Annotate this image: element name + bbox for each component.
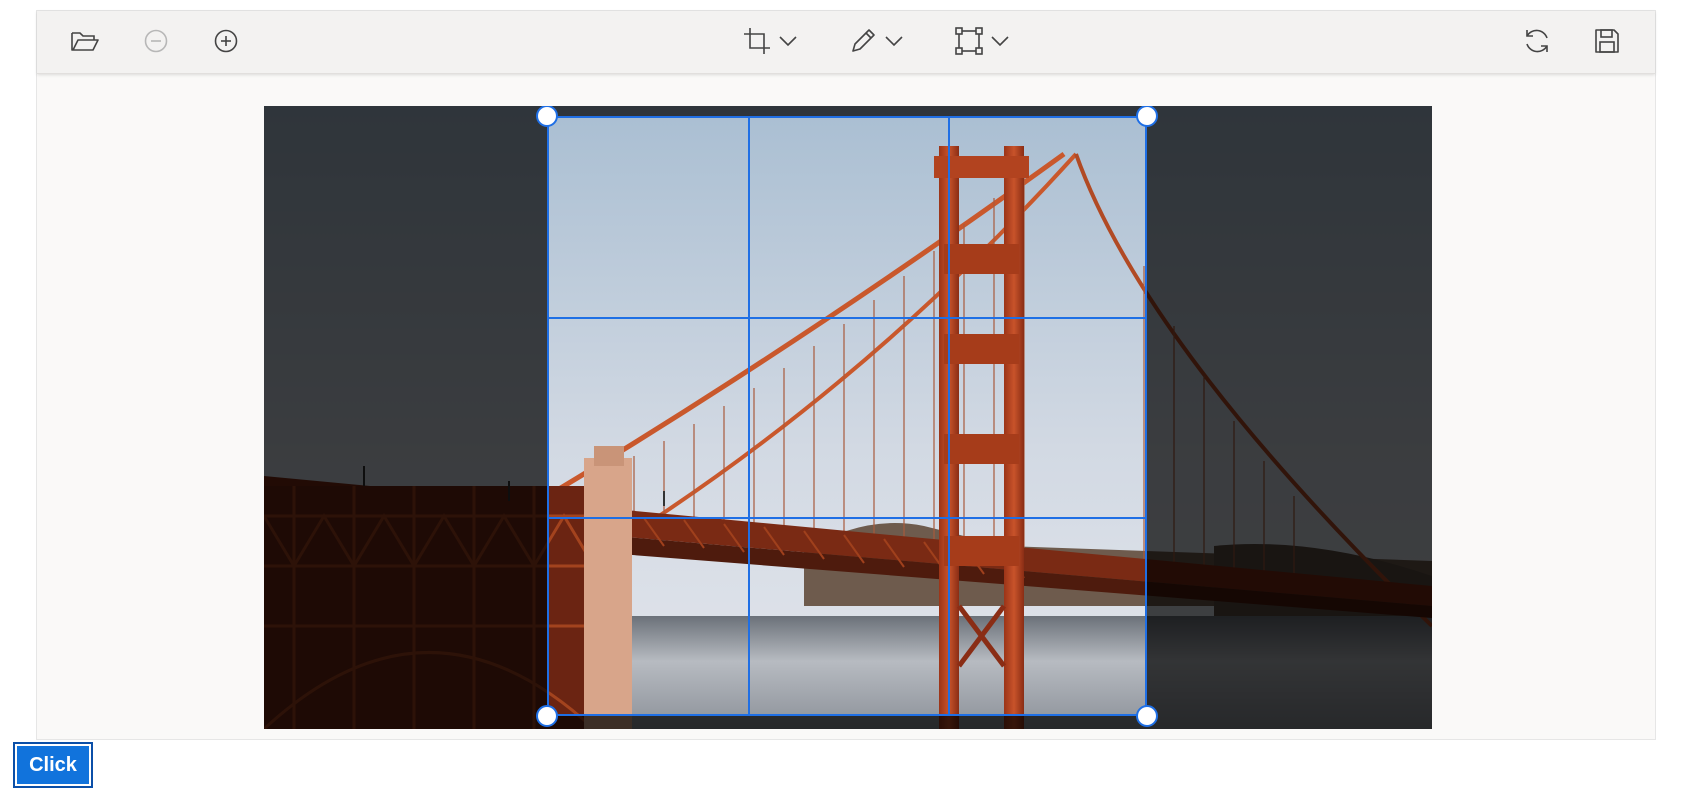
crop-selection[interactable] — [547, 116, 1147, 716]
annotate-dropdown[interactable] — [848, 23, 904, 59]
save-icon — [1595, 29, 1619, 53]
chevron-down-icon — [885, 36, 903, 47]
image-editor — [36, 10, 1656, 740]
folder-open-icon — [71, 32, 99, 51]
transform-icon — [955, 27, 983, 55]
crop-grid-line — [948, 118, 950, 714]
chevron-down-icon — [991, 36, 1009, 47]
crop-icon — [744, 28, 770, 54]
image-canvas[interactable] — [264, 106, 1432, 729]
zoom-out-button[interactable] — [136, 23, 176, 59]
crop-handle-bottom-right[interactable] — [1136, 705, 1158, 727]
zoom-out-icon — [144, 29, 168, 53]
crop-grid-line — [748, 118, 750, 714]
crop-dropdown[interactable] — [742, 23, 798, 59]
click-button[interactable]: Click — [13, 742, 93, 788]
crop-handle-top-left[interactable] — [536, 106, 558, 127]
zoom-in-icon — [214, 29, 238, 53]
zoom-in-button[interactable] — [206, 23, 246, 59]
save-button[interactable] — [1587, 23, 1627, 59]
crop-grid-line — [549, 317, 1145, 319]
open-button[interactable] — [65, 23, 105, 59]
crop-handle-bottom-left[interactable] — [536, 705, 558, 727]
canvas-area — [37, 74, 1655, 741]
reset-button[interactable] — [1517, 23, 1557, 59]
transform-dropdown[interactable] — [954, 23, 1010, 59]
crop-grid-line — [549, 517, 1145, 519]
pen-icon — [852, 29, 875, 52]
toolbar — [37, 11, 1655, 74]
chevron-down-icon — [779, 36, 797, 47]
reset-icon — [1526, 29, 1548, 53]
crop-handle-top-right[interactable] — [1136, 106, 1158, 127]
